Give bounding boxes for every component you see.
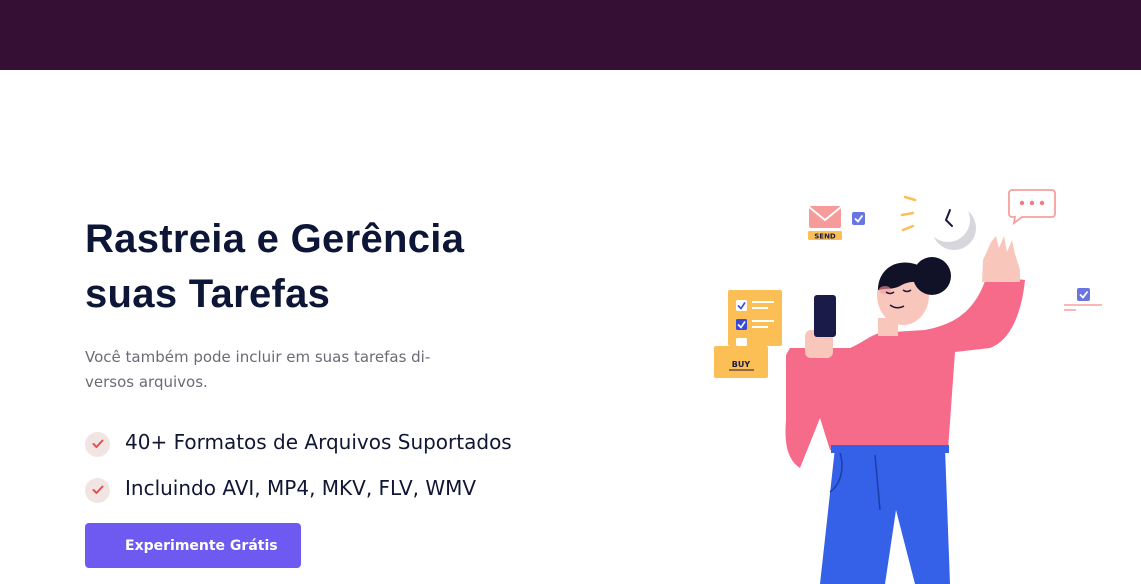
top-navbar	[0, 0, 1141, 70]
hero-title: Rastreia e Gerência suas Tarefas	[85, 212, 555, 322]
clock-icon	[900, 195, 976, 250]
email-icon: SEND	[808, 206, 842, 241]
checkbox-icon	[852, 212, 865, 225]
hero-title-line-2: suas Tarefas	[85, 272, 331, 316]
hero-description: Você também pode incluir em suas tarefas…	[85, 348, 431, 391]
buy-label: BUY	[732, 360, 751, 369]
feature-text: Incluindo AVI, MP4, MKV, FLV, WMV	[125, 476, 477, 500]
check-icon	[85, 431, 110, 457]
task-management-illustration: SEND BUY	[714, 189, 1102, 584]
hero-content: Rastreia e Gerência suas Tarefas Você ta…	[85, 212, 555, 511]
check-icon	[85, 477, 110, 503]
feature-item: Incluindo AVI, MP4, MKV, FLV, WMV	[85, 465, 555, 511]
checklist-item-icon	[1064, 288, 1102, 311]
woman-figure	[785, 236, 1025, 584]
feature-text: 40+ Formatos de Arquivos Suportados	[125, 430, 512, 454]
hero-title-line-1: Rastreia e Gerência	[85, 217, 465, 261]
try-free-button[interactable]: Experimente Grátis	[85, 523, 301, 568]
send-label: SEND	[814, 233, 836, 241]
feature-list: 40+ Formatos de Arquivos Suportados Incl…	[85, 419, 555, 511]
feature-item: 40+ Formatos de Arquivos Suportados	[85, 419, 555, 465]
task-list-icon: BUY	[714, 290, 782, 378]
chat-bubble-icon	[1008, 189, 1056, 226]
